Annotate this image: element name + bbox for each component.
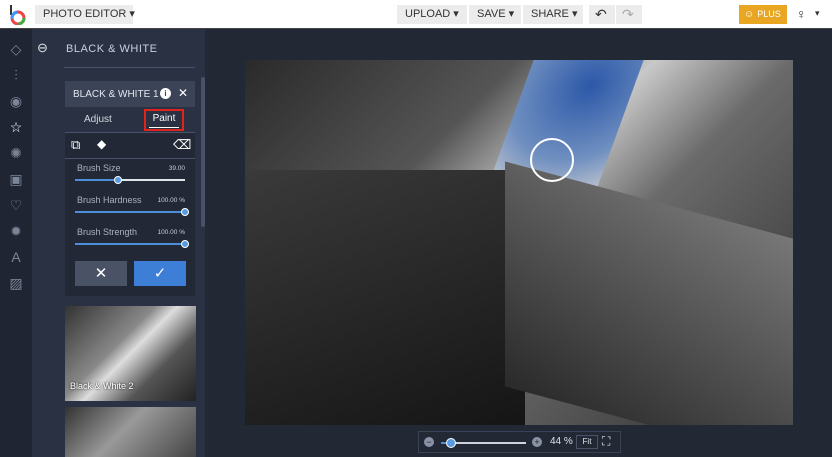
artsy-icon[interactable]: ✺	[8, 145, 24, 161]
eye-icon[interactable]: ◉	[8, 93, 24, 109]
zoom-in-icon[interactable]: +	[532, 437, 542, 447]
slider-fill	[75, 211, 185, 213]
divider	[65, 158, 195, 159]
account-caret[interactable]: ▾	[815, 8, 820, 19]
texture-icon[interactable]: ▨	[8, 275, 24, 291]
zoom-slider[interactable]	[441, 438, 526, 448]
upload-button[interactable]: UPLOAD ▾	[397, 5, 467, 24]
slider-knob[interactable]	[181, 208, 189, 216]
brush-hardness-label: Brush Hardness	[77, 195, 142, 205]
photo-editor-menu[interactable]: PHOTO EDITOR ▾	[35, 5, 135, 24]
save-button[interactable]: SAVE ▾	[469, 5, 521, 24]
preset-label: Black & White 2	[70, 381, 134, 391]
slider-knob[interactable]	[181, 240, 189, 248]
fit-button[interactable]: Fit	[576, 435, 598, 449]
effect-panel: ⊖ BLACK & WHITE BLACK & WHITE 1 i ✕ Adju…	[32, 29, 205, 457]
back-icon[interactable]: ⊖	[37, 40, 48, 56]
zoom-bar: − + 44 % Fit ⛶	[418, 431, 621, 453]
tab-adjust[interactable]: Adjust	[84, 114, 112, 125]
layers-copy-icon[interactable]: ⧉	[71, 137, 80, 153]
plus-label: PLUS	[757, 9, 781, 19]
preset-thumbnail[interactable]: Black & White 2	[65, 306, 196, 401]
building-left	[245, 170, 525, 425]
star-effects-icon[interactable]: ☆	[8, 119, 24, 135]
app-logo[interactable]	[9, 5, 27, 26]
plus-button[interactable]: ☺ PLUS	[739, 5, 787, 24]
slider-fill	[75, 243, 185, 245]
fullscreen-icon[interactable]: ⛶	[602, 434, 610, 449]
undo-button[interactable]: ↶	[589, 5, 615, 24]
info-icon[interactable]: i	[160, 88, 171, 99]
card-title: BLACK & WHITE 1	[73, 89, 159, 100]
card-header: BLACK & WHITE 1 i ✕	[65, 81, 195, 107]
brush-hardness-value: 100.00 %	[157, 197, 185, 204]
panel-title: BLACK & WHITE	[66, 43, 158, 55]
zoom-out-icon[interactable]: −	[424, 437, 434, 447]
brush-strength-label: Brush Strength	[77, 227, 138, 237]
brush-hardness-slider[interactable]	[75, 208, 189, 216]
brush-size-label: Brush Size	[77, 163, 121, 173]
frame-icon[interactable]: ▣	[8, 171, 24, 187]
clear-icon[interactable]: ⌫	[173, 137, 191, 153]
building-right	[505, 161, 793, 425]
brush-strength-slider[interactable]	[75, 240, 189, 248]
text-icon[interactable]: A	[8, 249, 24, 265]
slider-knob[interactable]	[113, 176, 122, 184]
cancel-button[interactable]: ✕	[75, 261, 127, 286]
preset-thumbnail[interactable]	[65, 407, 196, 457]
apply-button[interactable]: ✓	[134, 261, 186, 286]
active-tab-underline	[149, 127, 179, 128]
divider	[64, 67, 195, 68]
eraser-icon[interactable]: ◆	[97, 137, 106, 151]
adjust-sliders-icon[interactable]: ⫶	[8, 67, 24, 83]
top-bar: PHOTO EDITOR ▾ UPLOAD ▾ SAVE ▾ SHARE ▾ ↶…	[0, 0, 832, 29]
share-button[interactable]: SHARE ▾	[523, 5, 583, 24]
zoom-knob[interactable]	[446, 438, 457, 448]
brush-strength-value: 100.00 %	[157, 229, 185, 236]
brush-size-slider[interactable]	[75, 176, 185, 184]
account-avatar-icon[interactable]: ♀	[796, 6, 807, 22]
tool-rail: ◇ ⫶ ◉ ☆ ✺ ▣ ♡ ✹ A ▨	[0, 29, 32, 457]
tabs: Adjust Paint	[65, 107, 195, 133]
close-icon[interactable]: ✕	[178, 86, 188, 100]
plus-icon: ☺	[744, 9, 755, 20]
layers-icon[interactable]: ◇	[8, 41, 24, 57]
photo-canvas[interactable]	[245, 60, 793, 425]
zoom-value: 44 %	[550, 436, 573, 447]
badge-icon[interactable]: ✹	[8, 223, 24, 239]
redo-button[interactable]: ↷	[616, 5, 642, 24]
brush-size-value: 39.00	[168, 165, 185, 172]
heart-icon[interactable]: ♡	[8, 197, 24, 213]
slider-fill	[75, 179, 118, 181]
brush-cursor	[530, 138, 574, 182]
